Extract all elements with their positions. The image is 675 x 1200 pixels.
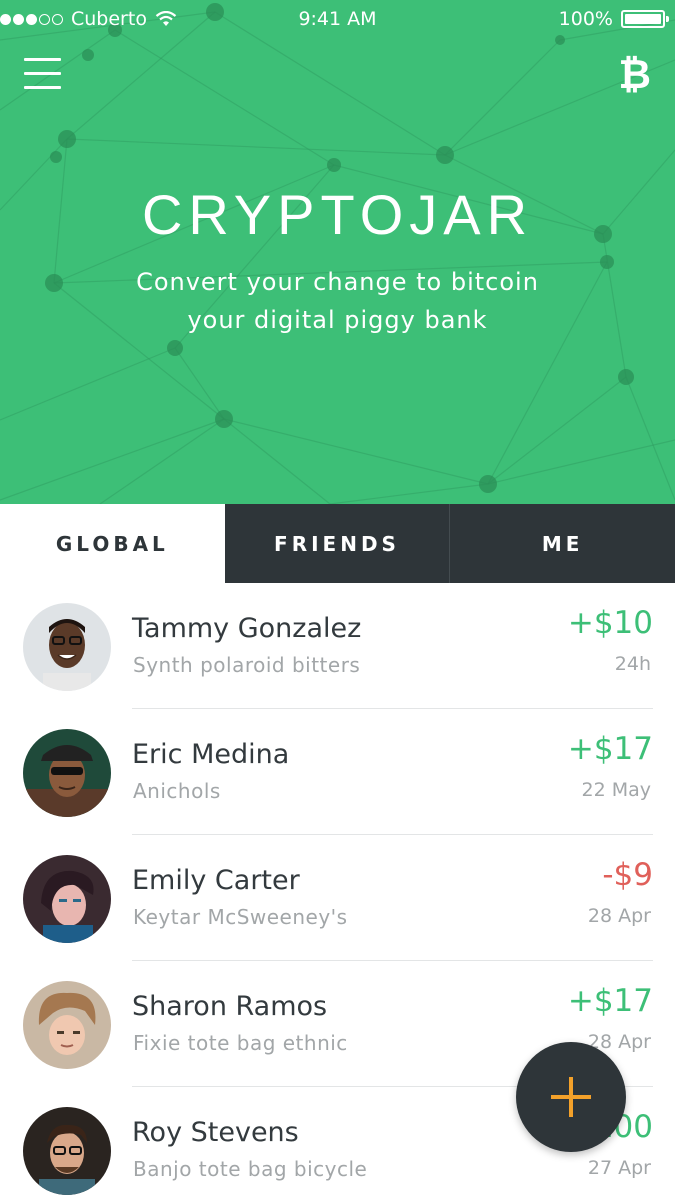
transaction-description: Keytar McSweeney's bbox=[133, 905, 348, 929]
transaction-amount: -$9 bbox=[602, 857, 653, 893]
transaction-date: 28 Apr bbox=[587, 905, 651, 927]
contact-name: Roy Stevens bbox=[132, 1117, 299, 1148]
app-title: CRYPTOJAR bbox=[141, 183, 534, 246]
transaction-description: Banjo tote bag bicycle bbox=[133, 1157, 368, 1181]
transaction-description: Anichols bbox=[133, 779, 221, 803]
contact-name: Tammy Gonzalez bbox=[132, 613, 362, 644]
menu-icon[interactable] bbox=[24, 58, 61, 90]
list-item[interactable]: Eric Medina Anichols +$17 22 May bbox=[0, 709, 675, 835]
transaction-amount: +$17 bbox=[567, 731, 653, 767]
avatar bbox=[23, 1107, 111, 1195]
battery-icon bbox=[621, 10, 669, 28]
list-item[interactable]: Tammy Gonzalez Synth polaroid bitters +$… bbox=[0, 583, 675, 709]
add-button[interactable] bbox=[516, 1042, 626, 1152]
avatar bbox=[23, 855, 111, 943]
bitcoin-icon[interactable]: ₿ bbox=[618, 52, 651, 98]
transaction-amount: +$17 bbox=[567, 983, 653, 1019]
subtitle-line-1: Convert your change to bitcoin bbox=[136, 268, 539, 296]
subtitle-line-2: your digital piggy bank bbox=[187, 306, 488, 334]
battery-percent: 100% bbox=[558, 8, 613, 30]
contact-name: Eric Medina bbox=[132, 739, 290, 770]
contact-name: Sharon Ramos bbox=[132, 991, 328, 1022]
avatar bbox=[23, 603, 111, 691]
transaction-description: Fixie tote bag ethnic bbox=[133, 1031, 348, 1055]
tab-global[interactable]: GLOBAL bbox=[0, 504, 225, 583]
transaction-date: 22 May bbox=[581, 779, 652, 801]
transaction-description: Synth polaroid bitters bbox=[133, 653, 361, 677]
status-right: 100% bbox=[558, 8, 669, 30]
avatar bbox=[23, 981, 111, 1069]
list-item[interactable]: Emily Carter Keytar McSweeney's -$9 28 A… bbox=[0, 835, 675, 961]
contact-name: Emily Carter bbox=[132, 865, 300, 896]
tab-me[interactable]: ME bbox=[449, 504, 675, 583]
hero-header: Cuberto 9:41 AM 100% ₿ CRYPTOJAR Convert… bbox=[0, 0, 675, 504]
avatar bbox=[23, 729, 111, 817]
transaction-date: 24h bbox=[614, 653, 651, 675]
transaction-amount: +$10 bbox=[567, 605, 653, 641]
tab-bar: GLOBAL FRIENDS ME bbox=[0, 504, 675, 583]
status-bar: Cuberto 9:41 AM 100% bbox=[0, 0, 675, 38]
transaction-date: 27 Apr bbox=[587, 1157, 651, 1179]
tab-friends[interactable]: FRIENDS bbox=[224, 504, 450, 583]
network-background bbox=[0, 3, 675, 504]
